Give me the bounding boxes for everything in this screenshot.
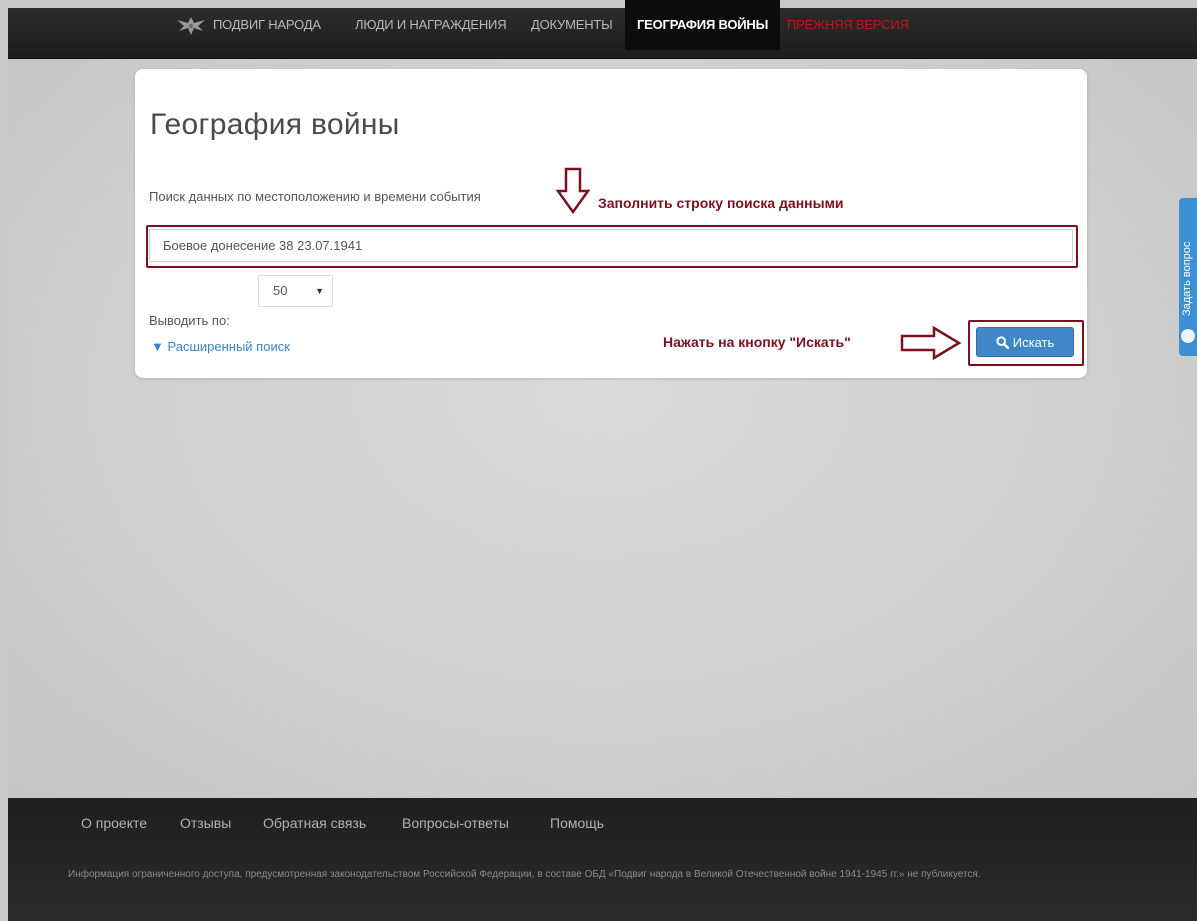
chevron-down-icon: ▼: [315, 286, 324, 296]
nav-item-documents[interactable]: ДОКУМЕНТЫ: [531, 0, 613, 50]
per-page-value: 50: [273, 283, 288, 298]
search-label: Поиск данных по местоположению и времени…: [149, 189, 481, 204]
eagle-emblem-icon[interactable]: [175, 14, 207, 38]
footer-disclaimer: Информация ограниченного доступа, предус…: [68, 869, 981, 880]
footer-link-feedback[interactable]: Обратная связь: [263, 815, 366, 831]
annotation-fill-hint: Заполнить строку поиска данными: [598, 195, 844, 211]
nav-item-podvig-naroda[interactable]: ПОДВИГ НАРОДА: [213, 0, 321, 50]
footer-link-faq[interactable]: Вопросы-ответы: [402, 815, 509, 831]
advanced-search-link[interactable]: ▼ Расширенный поиск: [151, 339, 290, 354]
arrow-right-icon: [900, 325, 962, 361]
per-page-label: Выводить по:: [149, 313, 230, 328]
nav-item-people-awards[interactable]: ЛЮДИ И НАГРАЖДЕНИЯ: [355, 0, 507, 50]
ask-question-label: Задать вопрос: [1181, 241, 1193, 316]
page-title: География войны: [150, 108, 400, 141]
nav-item-war-geography[interactable]: ГЕОГРАФИЯ ВОЙНЫ: [625, 0, 781, 50]
search-button-label: Искать: [1012, 335, 1055, 350]
arrow-down-icon: [555, 167, 591, 215]
nav-item-legacy-version[interactable]: ПРЕЖНЯЯ ВЕРСИЯ: [787, 0, 909, 50]
footer-link-reviews[interactable]: Отзывы: [180, 815, 231, 831]
search-button[interactable]: Искать: [976, 327, 1074, 357]
per-page-select[interactable]: 50 ▼: [258, 275, 333, 307]
footer-link-help[interactable]: Помощь: [550, 815, 604, 831]
footer-link-about[interactable]: О проекте: [81, 815, 147, 831]
annotation-click-hint: Нажать на кнопку "Искать": [663, 334, 851, 350]
search-input[interactable]: [149, 229, 1073, 262]
question-icon: [1181, 329, 1195, 343]
search-icon: [996, 336, 1009, 350]
